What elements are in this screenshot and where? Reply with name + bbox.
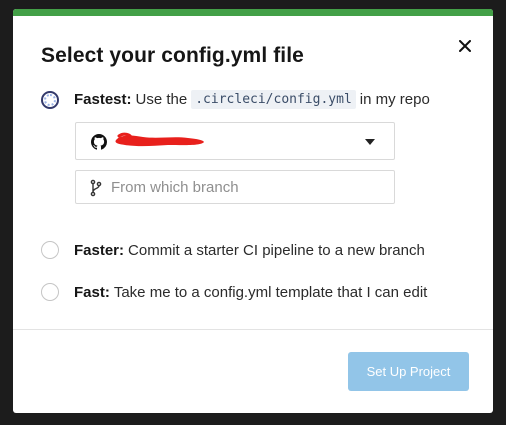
set-up-project-button[interactable]: Set Up Project <box>348 352 469 391</box>
repo-select[interactable] <box>75 122 395 160</box>
radio-fastest[interactable] <box>41 90 59 109</box>
config-path-code: .circleci/config.yml <box>191 90 356 109</box>
modal-title: Select your config.yml file <box>41 44 304 67</box>
option-fast[interactable]: Fast: Take me to a config.yml template t… <box>41 283 427 301</box>
option-faster[interactable]: Faster: Commit a starter CI pipeline to … <box>41 241 425 259</box>
branch-field <box>75 170 395 204</box>
option-faster-text: Commit a starter CI pipeline to a new br… <box>128 241 425 259</box>
radio-fast[interactable] <box>41 283 59 301</box>
modal-accent-bar <box>13 9 493 16</box>
option-fast-strong: Fast: <box>74 283 110 301</box>
footer-divider <box>13 329 493 330</box>
option-faster-strong: Faster: <box>74 241 125 259</box>
config-modal: Select your config.yml file Fastest: Use… <box>13 9 493 413</box>
github-icon <box>91 134 107 150</box>
option-fastest[interactable]: Fastest: Use the .circleci/config.yml in… <box>41 90 430 109</box>
close-button[interactable] <box>454 35 476 57</box>
redacted-repo-name <box>115 132 204 147</box>
option-fastest-text-before: Use the <box>135 91 188 108</box>
option-fastest-text-after: in my repo <box>359 91 430 108</box>
option-fastest-strong: Fastest: <box>74 91 132 108</box>
radio-faster[interactable] <box>41 241 59 259</box>
chevron-down-icon <box>365 139 375 145</box>
close-icon <box>459 40 471 52</box>
git-branch-icon <box>90 179 102 197</box>
branch-input[interactable] <box>111 171 381 203</box>
option-fast-text: Take me to a config.yml template that I … <box>113 283 428 301</box>
